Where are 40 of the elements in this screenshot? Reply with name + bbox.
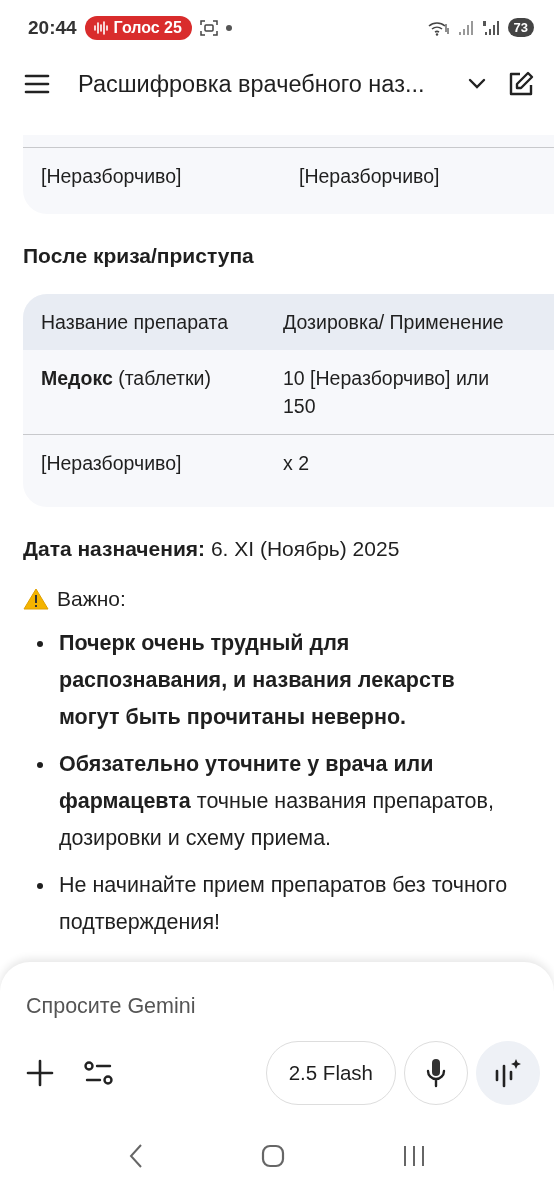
notification-dot xyxy=(225,24,232,31)
wifi-icon xyxy=(427,19,450,36)
model-selector-button[interactable]: 2.5 Flash xyxy=(265,1041,396,1105)
list-item-text: Почерк очень трудный для распознавания, и названия лекарств могут быть прочитаны неверно. xyxy=(59,630,456,731)
bullet-icon xyxy=(37,641,43,647)
warning-label: Важно: xyxy=(57,587,126,611)
recording-indicator[interactable]: Голос 25 xyxy=(84,15,192,40)
edit-icon xyxy=(508,71,534,97)
status-time: 20:44 xyxy=(28,16,77,39)
table-cell-text: [Неразборчиво] xyxy=(41,451,183,476)
battery-indicator: 73 xyxy=(507,18,534,37)
plus-icon xyxy=(26,1059,54,1087)
chevron-down-icon xyxy=(468,78,486,90)
bullet-icon xyxy=(37,762,43,768)
table-cell-text: Медокс (таблетки) xyxy=(41,366,212,391)
sliders-icon xyxy=(84,1061,114,1085)
warning-icon xyxy=(23,588,49,610)
section-heading: После криза/приступа xyxy=(23,244,255,268)
table-cell-text: x 2 xyxy=(283,451,310,476)
table-cell-text: [Неразборчиво] xyxy=(41,164,183,189)
date-line: Дата назначения: 6. XI (Ноябрь) 2025 xyxy=(23,537,401,561)
list-item-text: Обязательно уточните у врача или фармацевта точные названия препаратов, дозировки и схему приема. xyxy=(59,751,495,852)
sparkle-waveform-icon xyxy=(494,1058,522,1088)
menu-icon xyxy=(24,74,50,94)
signal-icon xyxy=(481,19,500,36)
back-icon[interactable] xyxy=(128,1143,145,1169)
prompt-field[interactable]: Спросите Gemini xyxy=(0,962,554,1033)
column-header: Дозировка/ Применение xyxy=(283,310,505,335)
screenshot-icon xyxy=(199,19,218,36)
table-cell-text: [Неразборчиво] xyxy=(299,164,441,189)
list-item-text: Не начинайте прием препаратов без точного подтверждения! xyxy=(59,872,509,936)
microphone-icon xyxy=(425,1058,447,1088)
chat-title[interactable]: Расшифровка врачебного наз... xyxy=(66,70,452,98)
signal-icon xyxy=(457,19,474,36)
home-icon[interactable] xyxy=(261,1144,285,1168)
waveform-icon xyxy=(92,20,109,35)
column-header: Название препарата xyxy=(41,310,230,335)
recent-apps-icon[interactable] xyxy=(401,1145,426,1167)
table-cell-text: 10 [Неразборчиво] или 150 xyxy=(283,366,491,419)
bullet-icon xyxy=(37,883,43,889)
